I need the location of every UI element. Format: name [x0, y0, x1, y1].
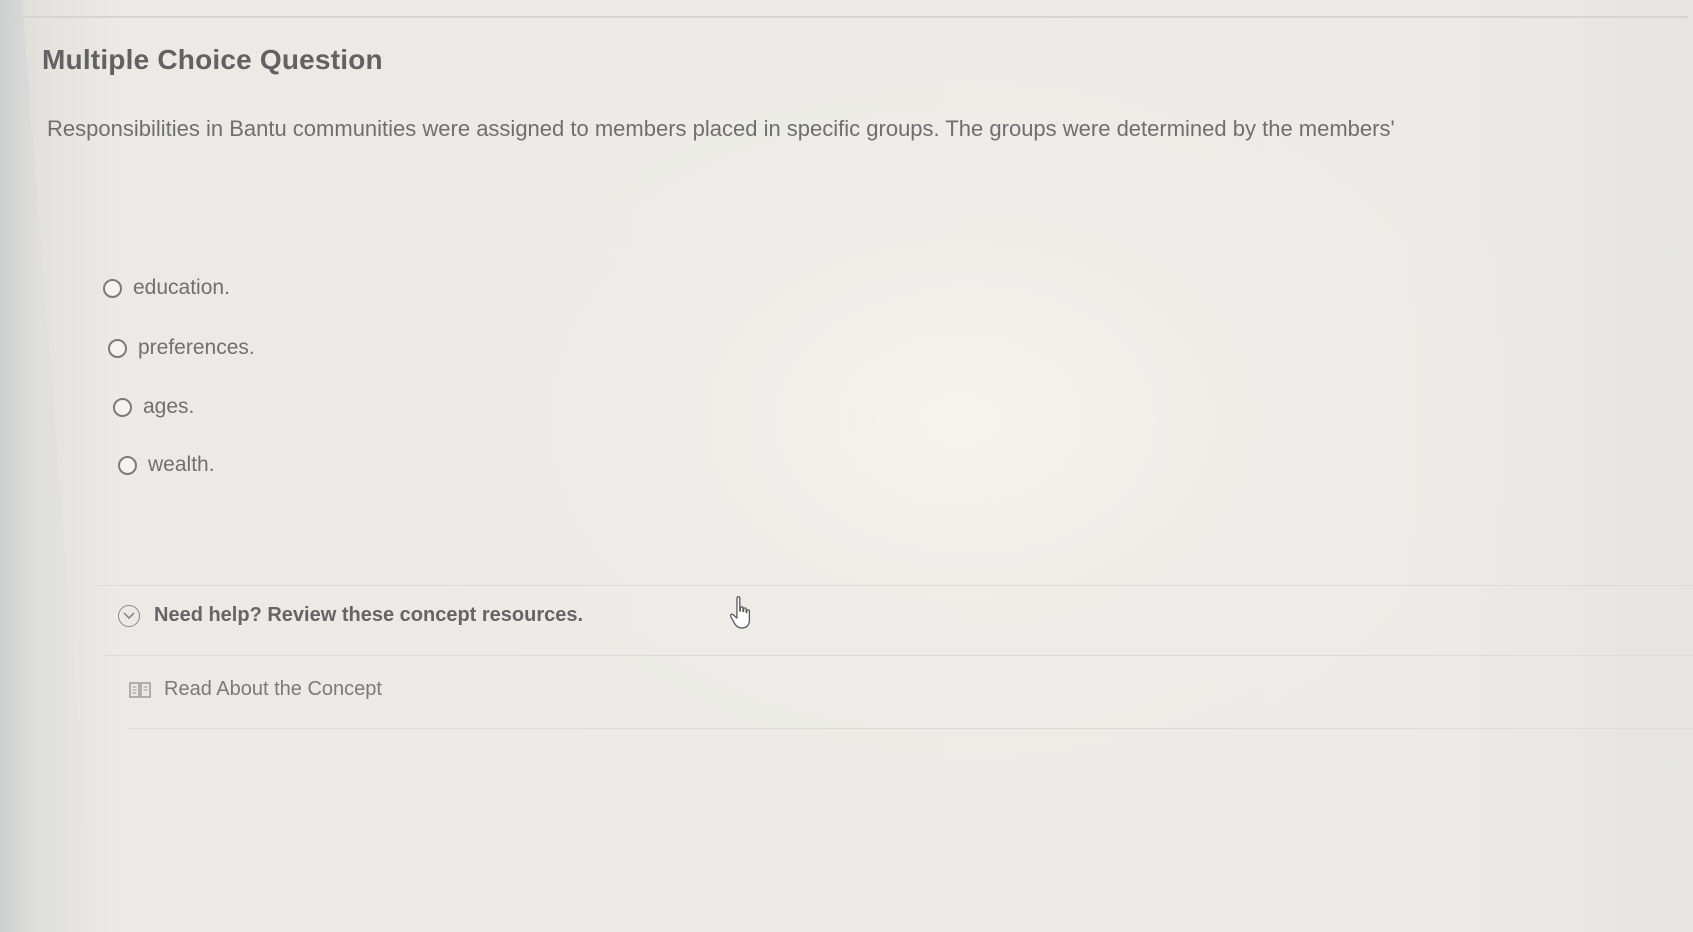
answer-option-preferences[interactable]: preferences. [108, 336, 255, 360]
answer-option-label: ages. [143, 395, 195, 418]
read-about-concept-label: Read About the Concept [164, 678, 382, 700]
hand-pointer-icon [728, 594, 758, 637]
answer-option-education[interactable]: education. [103, 276, 230, 300]
read-about-concept-link[interactable]: Read About the Concept [128, 678, 382, 701]
resources-bottom-divider [128, 728, 1693, 729]
chevron-down-circle-icon [118, 604, 140, 627]
top-divider [8, 16, 1688, 18]
answer-option-ages[interactable]: ages. [113, 395, 194, 419]
radio-button[interactable] [113, 397, 132, 417]
radio-button[interactable] [108, 338, 127, 358]
question-prompt: Responsibilities in Bantu communities we… [47, 116, 1395, 141]
concept-resources-toggle[interactable]: Need help? Review these concept resource… [118, 604, 583, 627]
concept-resources-toggle-label: Need help? Review these concept resource… [154, 604, 584, 626]
radio-button[interactable] [118, 455, 137, 475]
answer-option-wealth[interactable]: wealth. [118, 453, 215, 477]
resources-divider [104, 655, 1693, 656]
radio-button[interactable] [103, 278, 122, 298]
answer-option-label: preferences. [138, 336, 255, 359]
answer-option-label: wealth. [148, 453, 215, 476]
question-type-title: Multiple Choice Question [42, 44, 383, 75]
book-icon [128, 680, 152, 700]
answer-option-label: education. [133, 276, 230, 299]
